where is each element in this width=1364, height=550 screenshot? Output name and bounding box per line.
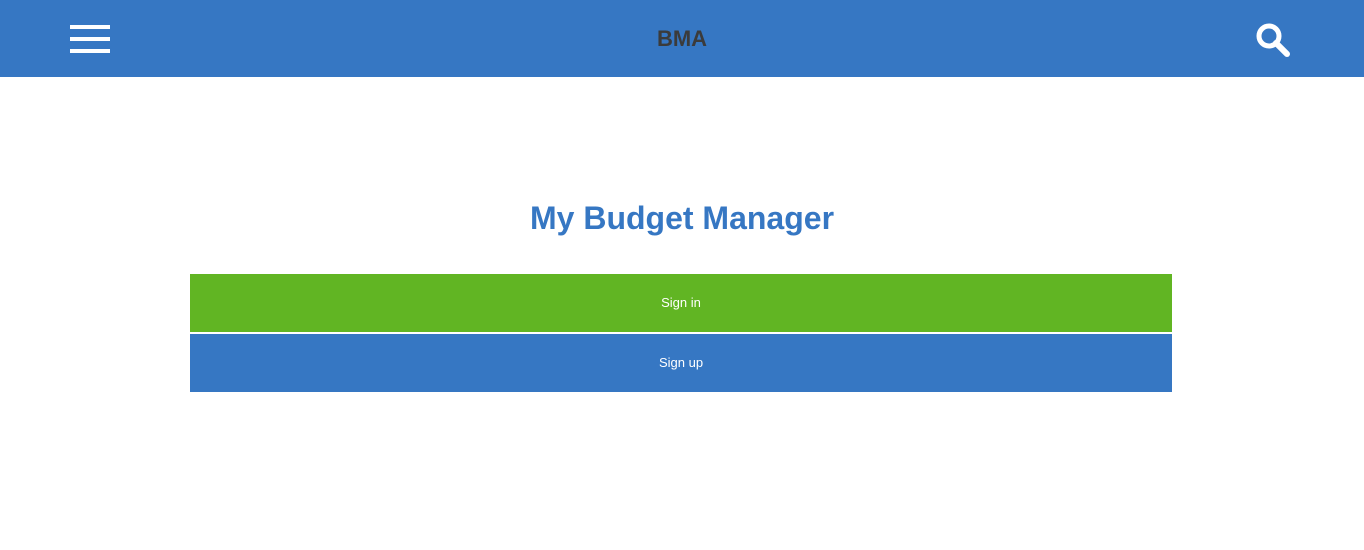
page-title: My Budget Manager bbox=[529, 200, 835, 236]
brand-title: BMA bbox=[656, 26, 708, 51]
sign-up-button[interactable]: Sign up bbox=[190, 334, 1172, 392]
hamburger-menu-icon[interactable] bbox=[70, 25, 110, 53]
top-navbar: BMA bbox=[0, 0, 1364, 77]
sign-in-button[interactable]: Sign in bbox=[190, 274, 1172, 332]
search-icon[interactable] bbox=[1254, 22, 1292, 58]
